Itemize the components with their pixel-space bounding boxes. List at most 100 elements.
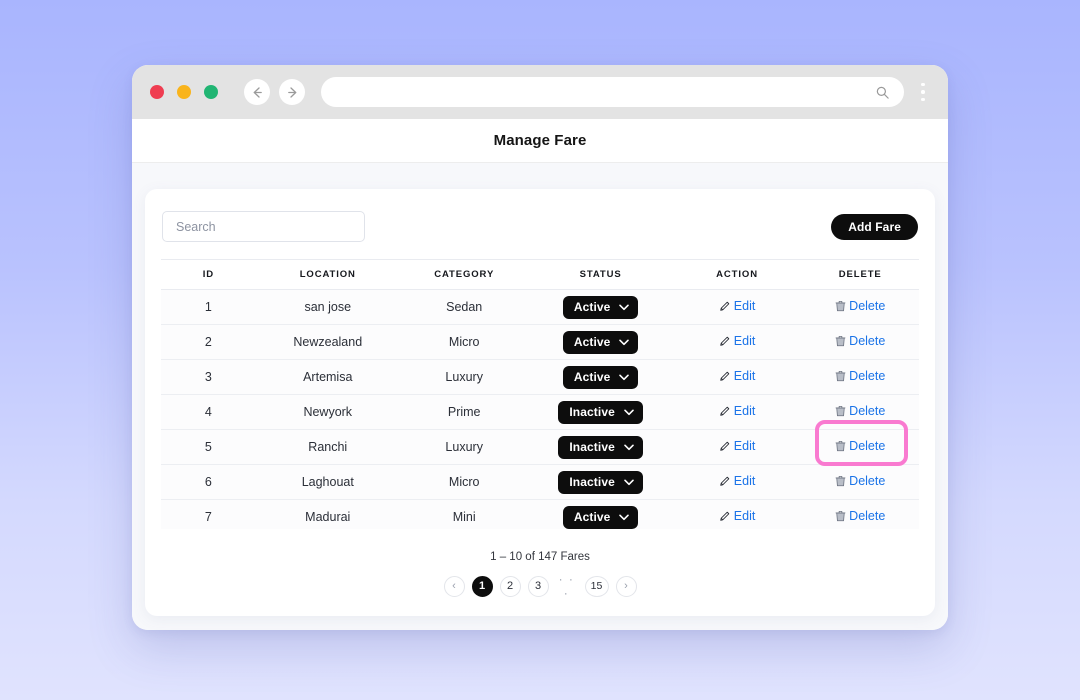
delete-link[interactable]: Delete [835, 334, 885, 348]
edit-link[interactable]: Edit [719, 439, 755, 453]
status-dropdown[interactable]: Active [562, 330, 639, 354]
fare-table-scroll[interactable]: ID LOCATION CATEGORY STATUS ACTION DELET… [161, 259, 919, 529]
cell-delete: Delete [801, 324, 919, 360]
cell-status: Active [528, 499, 673, 529]
edit-label: Edit [733, 509, 756, 523]
table-row: 5 Ranchi Luxury Inactive Edit Delete [161, 429, 919, 465]
chevron-down-icon [619, 304, 630, 311]
pagination-page-3[interactable]: 3 [527, 575, 549, 597]
page-title: Manage Fare [493, 132, 587, 149]
page-body: Add Fare ID LOCATION CATEGORY STATUS [132, 163, 948, 630]
pagination-page-1[interactable]: 1 [471, 575, 493, 597]
delete-link[interactable]: Delete [835, 299, 885, 313]
maximize-window-button[interactable] [204, 85, 218, 99]
cell-category: Sedan [399, 289, 529, 325]
status-dropdown[interactable]: Active [562, 505, 639, 529]
status-dropdown[interactable]: Active [562, 295, 639, 319]
pencil-icon [720, 511, 730, 521]
trash-icon [835, 300, 846, 312]
chevron-down-icon [624, 479, 634, 486]
back-button[interactable] [244, 79, 270, 105]
cell-action: Edit [672, 324, 802, 360]
delete-link[interactable]: Delete [835, 369, 885, 383]
cell-category: Prime [399, 394, 529, 430]
cell-id: 1 [161, 289, 256, 325]
pagination-prev-button[interactable]: ‹ [443, 575, 465, 597]
delete-link[interactable]: Delete [835, 404, 885, 418]
status-dropdown[interactable]: Inactive [558, 470, 643, 494]
pagination-page-2[interactable]: 2 [499, 575, 521, 597]
page-title-bar: Manage Fare [132, 119, 948, 163]
table-row: 2 Newzealand Micro Active Edit Delete [161, 324, 919, 360]
trash-icon [835, 405, 846, 417]
edit-label: Edit [733, 334, 756, 348]
close-window-button[interactable] [150, 85, 164, 99]
browser-chrome-bar [132, 65, 948, 119]
traffic-lights [150, 85, 218, 99]
edit-link[interactable]: Edit [719, 404, 756, 418]
cell-location: Laghouat [255, 464, 400, 500]
cell-delete: Delete [801, 359, 919, 395]
cell-location: Madurai [255, 499, 400, 529]
status-value: Inactive [569, 440, 615, 454]
pagination-ellipsis: · · · [558, 572, 575, 600]
delete-link[interactable]: Delete [835, 509, 885, 523]
status-value: Active [573, 510, 611, 524]
search-icon[interactable] [875, 85, 890, 100]
status-dropdown[interactable]: Inactive [558, 435, 643, 459]
cell-id: 5 [161, 429, 256, 465]
pagination-page-15[interactable]: 15 [584, 575, 609, 597]
cell-category: Micro [399, 464, 529, 500]
edit-link[interactable]: Edit [719, 369, 755, 383]
edit-link[interactable]: Edit [719, 334, 756, 348]
edit-link[interactable]: Edit [719, 299, 755, 313]
cell-delete: Delete [801, 289, 919, 325]
cell-action: Edit [672, 394, 802, 430]
status-dropdown[interactable]: Inactive [558, 400, 643, 424]
edit-link[interactable]: Edit [719, 474, 755, 488]
cell-status: Active [528, 359, 673, 395]
pagination-next-button[interactable]: › [615, 575, 637, 597]
browser-window: Manage Fare Add Fare [132, 65, 948, 630]
trash-icon [835, 510, 846, 522]
column-header-delete: DELETE [801, 260, 919, 290]
address-bar[interactable] [321, 77, 904, 107]
delete-link[interactable]: Delete [835, 474, 885, 488]
column-header-category: CATEGORY [399, 260, 529, 290]
column-header-id: ID [161, 260, 256, 290]
pencil-icon [720, 476, 730, 486]
table-header-row: ID LOCATION CATEGORY STATUS ACTION DELET… [161, 260, 919, 290]
pagination-summary: 1 – 10 of 147 Fares [490, 551, 590, 563]
table-row: 7 Madurai Mini Active Edit Delete [161, 499, 919, 529]
delete-link[interactable]: Delete [835, 439, 885, 453]
trash-icon [835, 440, 846, 452]
add-fare-button[interactable]: Add Fare [831, 213, 918, 240]
status-value: Active [573, 370, 611, 384]
cell-id: 6 [161, 464, 256, 500]
cell-location: Newyork [255, 394, 400, 430]
search-input[interactable] [174, 218, 353, 235]
edit-link[interactable]: Edit [719, 509, 756, 523]
cell-status: Active [528, 324, 673, 360]
cell-delete: Delete [801, 464, 919, 500]
cell-action: Edit [672, 464, 802, 500]
card-toolbar: Add Fare [161, 211, 919, 242]
cell-action: Edit [672, 499, 802, 529]
status-value: Active [573, 300, 611, 314]
table-row: 4 Newyork Prime Inactive Edit Delete [161, 394, 919, 430]
kebab-menu-icon[interactable] [912, 77, 934, 107]
cell-category: Luxury [399, 429, 529, 465]
status-value: Inactive [569, 405, 615, 419]
search-field-wrapper[interactable] [162, 211, 365, 242]
cell-status: Inactive [528, 464, 673, 500]
minimize-window-button[interactable] [177, 85, 191, 99]
forward-button[interactable] [279, 79, 305, 105]
fare-table: ID LOCATION CATEGORY STATUS ACTION DELET… [161, 260, 919, 529]
cell-category: Mini [399, 499, 529, 529]
edit-label: Edit [733, 404, 756, 418]
cell-location: Newzealand [255, 324, 400, 360]
status-dropdown[interactable]: Active [562, 365, 639, 389]
chevron-down-icon [624, 444, 634, 451]
back-arrow-icon [253, 86, 262, 98]
column-header-status: STATUS [528, 260, 673, 290]
